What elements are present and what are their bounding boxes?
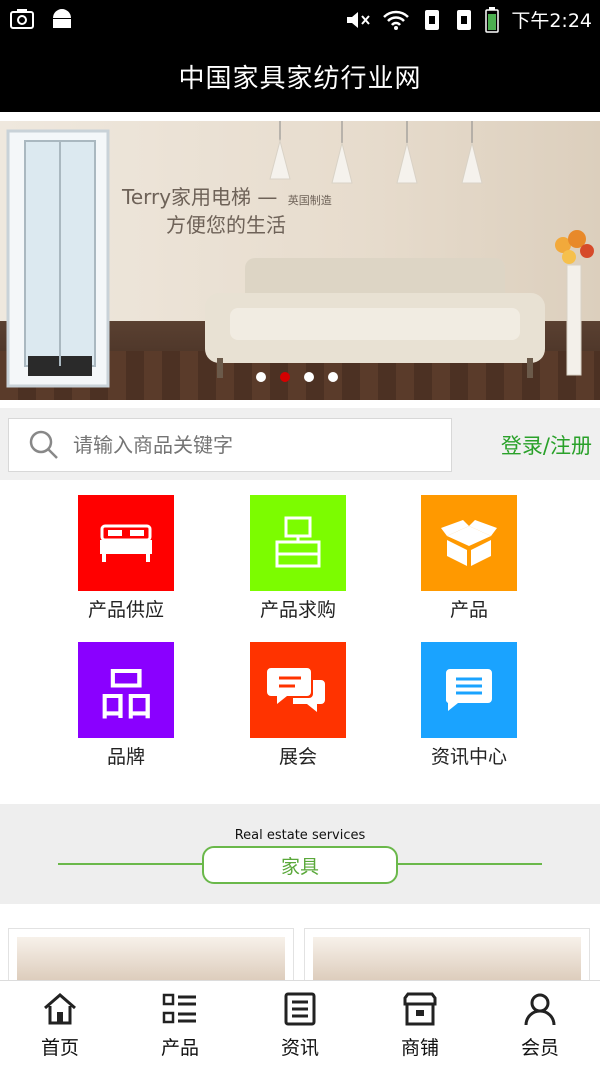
search-input[interactable] <box>73 433 433 457</box>
banner-carousel[interactable]: Terry家用电梯 — 英国制造 方便您的生活 <box>0 121 600 400</box>
user-icon <box>524 993 556 1026</box>
carousel-dot[interactable] <box>256 372 266 382</box>
product-card[interactable] <box>304 928 590 988</box>
carousel-dots <box>256 372 338 382</box>
home-icon <box>44 993 76 1025</box>
flower-vase <box>555 230 594 376</box>
bottom-nav: 首页 产品 资讯 商铺 会员 <box>0 980 600 1067</box>
banner-caption-line1: Terry家用电梯 — 英国制造 <box>122 185 332 209</box>
product-card[interactable] <box>8 928 294 988</box>
nav-label: 会员 <box>520 1037 559 1059</box>
section-title[interactable]: 家具 <box>202 846 398 884</box>
category-tile <box>250 642 346 738</box>
banner-caption-line2: 方便您的生活 <box>166 213 286 237</box>
login-register-link[interactable]: 登录/注册 <box>501 430 592 460</box>
section-divider-right <box>398 863 542 865</box>
category-label: 资讯中心 <box>430 746 507 768</box>
category-news[interactable]: 资讯中心 <box>404 642 534 769</box>
message-icon <box>445 669 492 711</box>
section-header: Real estate services 家具 <box>0 804 600 904</box>
app-title-bar: 中国家具家纺行业网 <box>0 40 600 112</box>
category-label: 产品供应 <box>87 599 164 621</box>
category-exhibition[interactable]: 展会 <box>233 642 363 769</box>
search-row: 登录/注册 <box>0 408 600 480</box>
category-brand[interactable]: 品 品牌 <box>61 642 191 769</box>
category-demand[interactable]: 产品求购 <box>233 495 363 622</box>
category-products[interactable]: 产品 <box>404 495 534 622</box>
carousel-dot[interactable] <box>304 372 314 382</box>
chat-bubbles-icon <box>267 668 325 712</box>
category-label: 产品求购 <box>259 599 336 621</box>
category-label: 展会 <box>278 746 317 768</box>
category-tile: 品 <box>78 642 174 738</box>
product-cards <box>0 904 600 988</box>
category-tile <box>421 642 517 738</box>
sim1-icon <box>425 9 440 30</box>
category-label: 产品 <box>449 599 488 621</box>
category-tile <box>421 495 517 591</box>
nav-label: 资讯 <box>280 1037 319 1059</box>
nav-label: 产品 <box>160 1037 199 1059</box>
category-label: 品牌 <box>106 746 145 768</box>
nav-shops[interactable]: 商铺 <box>360 981 480 1067</box>
search-icon <box>29 430 58 459</box>
category-grid: 产品供应 产品求购 产品 品 品牌 展会 资讯中心 <box>0 480 600 804</box>
page-title: 中国家具家纺行业网 <box>178 63 422 94</box>
wifi-icon <box>383 10 410 30</box>
battery-icon <box>485 6 500 33</box>
screenshot-icon <box>10 9 34 29</box>
nav-label: 首页 <box>40 1037 79 1059</box>
nav-home[interactable]: 首页 <box>0 981 120 1067</box>
category-tile <box>250 495 346 591</box>
bed-icon <box>100 524 152 562</box>
carousel-dot-active[interactable] <box>280 372 290 382</box>
section-subtitle: Real estate services <box>234 828 366 843</box>
list-icon <box>162 993 196 1024</box>
status-bar: 下午2:24 <box>0 0 600 40</box>
nav-member[interactable]: 会员 <box>480 981 600 1067</box>
category-supply[interactable]: 产品供应 <box>61 495 191 622</box>
android-icon <box>53 9 71 28</box>
news-icon <box>284 992 316 1026</box>
carousel-dot[interactable] <box>328 372 338 382</box>
sim2-icon <box>457 9 472 30</box>
tv-cabinet-icon <box>275 516 321 568</box>
nav-label: 商铺 <box>400 1037 439 1059</box>
nav-products[interactable]: 产品 <box>120 981 240 1067</box>
uk-flag-tag: 英国制造 <box>287 194 332 207</box>
elevator-image <box>6 129 110 388</box>
search-box[interactable] <box>8 418 452 472</box>
mute-icon <box>347 11 371 28</box>
box-icon <box>441 520 497 566</box>
shop-icon <box>403 992 437 1026</box>
section-divider-left <box>58 863 202 865</box>
category-tile <box>78 495 174 591</box>
nav-news[interactable]: 资讯 <box>240 981 360 1067</box>
status-time: 下午2:24 <box>511 10 592 32</box>
brand-glyph-icon: 品 <box>98 662 154 728</box>
